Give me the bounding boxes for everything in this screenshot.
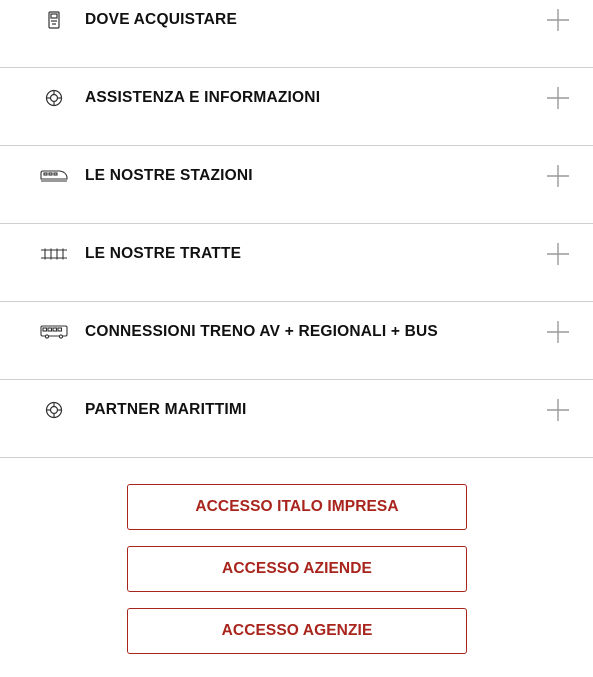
footer-accordion: DOVE ACQUISTARE ASSISTENZA E INFORMAZION… bbox=[0, 0, 593, 458]
train-icon bbox=[40, 167, 68, 185]
lifebuoy-icon bbox=[40, 401, 68, 419]
accordion-item-connessioni[interactable]: CONNESSIONI TRENO AV + REGIONALI + BUS bbox=[0, 302, 593, 380]
plus-icon[interactable] bbox=[546, 320, 570, 344]
access-buttons: ACCESSO ITALO IMPRESA ACCESSO AZIENDE AC… bbox=[127, 484, 467, 654]
accordion-item-le-nostre-tratte[interactable]: LE NOSTRE TRATTE bbox=[0, 224, 593, 302]
accordion-item-label: PARTNER MARITTIMI bbox=[85, 401, 247, 418]
accesso-aziende-button[interactable]: ACCESSO AZIENDE bbox=[127, 546, 467, 592]
plus-icon[interactable] bbox=[546, 164, 570, 188]
accordion-item-label: CONNESSIONI TRENO AV + REGIONALI + BUS bbox=[85, 323, 438, 340]
accordion-item-assistenza-informazioni[interactable]: ASSISTENZA E INFORMAZIONI bbox=[0, 68, 593, 146]
plus-icon[interactable] bbox=[546, 398, 570, 422]
plus-icon[interactable] bbox=[546, 242, 570, 266]
accesso-agenzie-button[interactable]: ACCESSO AGENZIE bbox=[127, 608, 467, 654]
lifebuoy-icon bbox=[40, 89, 68, 107]
accordion-item-label: ASSISTENZA E INFORMAZIONI bbox=[85, 89, 321, 106]
ticket-machine-icon bbox=[40, 11, 68, 29]
plus-icon[interactable] bbox=[546, 8, 570, 32]
plus-icon[interactable] bbox=[546, 86, 570, 110]
accordion-item-label: LE NOSTRE STAZIONI bbox=[85, 167, 253, 184]
accordion-item-le-nostre-stazioni[interactable]: LE NOSTRE STAZIONI bbox=[0, 146, 593, 224]
bus-icon bbox=[40, 323, 68, 341]
accordion-item-dove-acquistare[interactable]: DOVE ACQUISTARE bbox=[0, 0, 593, 68]
accesso-italo-impresa-button[interactable]: ACCESSO ITALO IMPRESA bbox=[127, 484, 467, 530]
rail-track-icon bbox=[40, 245, 68, 263]
accordion-item-label: LE NOSTRE TRATTE bbox=[85, 245, 242, 262]
accordion-item-partner-marittimi[interactable]: PARTNER MARITTIMI bbox=[0, 380, 593, 458]
accordion-item-label: DOVE ACQUISTARE bbox=[85, 11, 237, 28]
